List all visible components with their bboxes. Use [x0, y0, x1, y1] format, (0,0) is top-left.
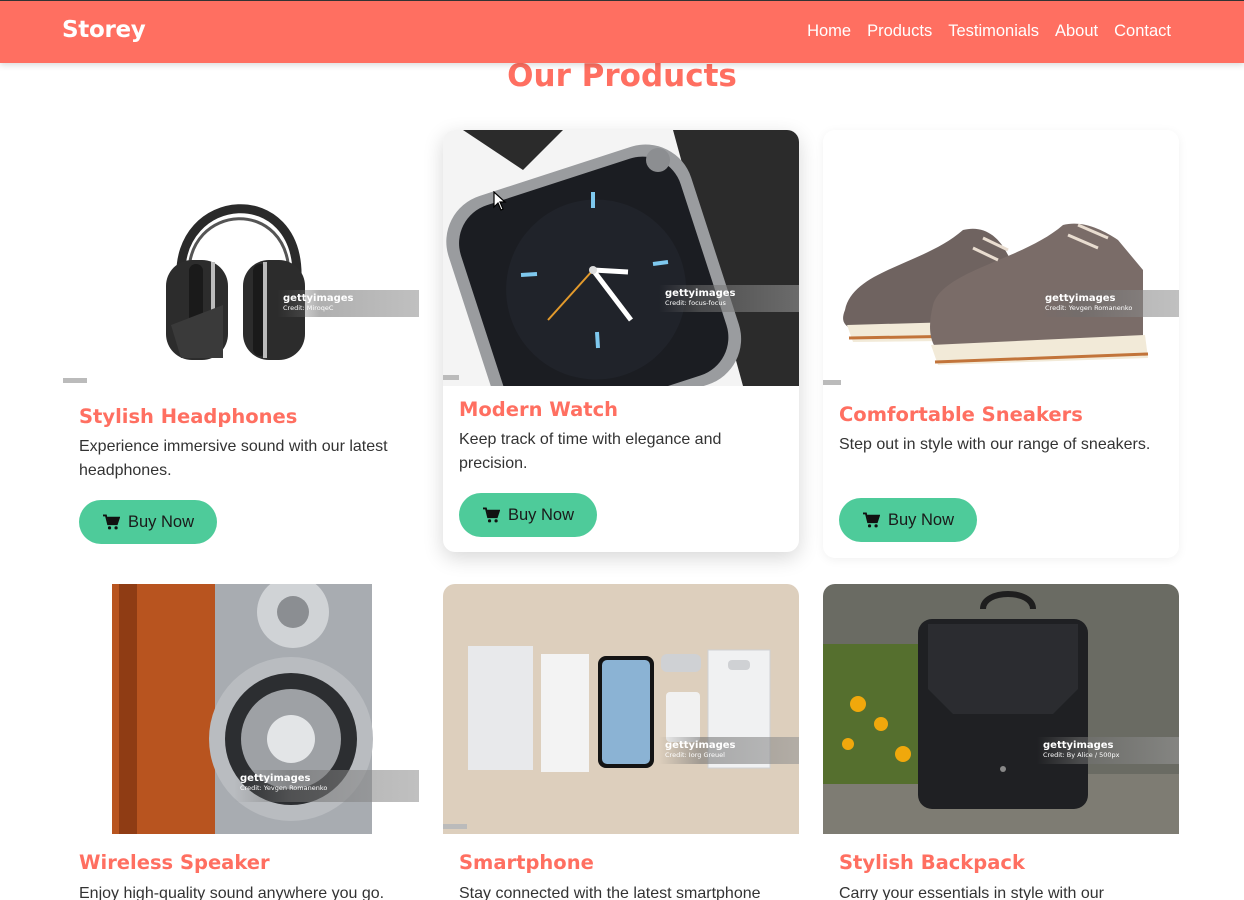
buy-now-label: Buy Now	[127, 512, 195, 531]
product-image-sneakers: gettyimages Credit: Yevgen Romanenko	[823, 130, 1179, 387]
image-tag	[823, 380, 841, 385]
product-description: Stay connected with the latest smartphon…	[459, 885, 761, 900]
image-tag	[63, 378, 87, 383]
buy-now-label: Buy Now	[507, 505, 575, 524]
product-image-backpack: gettyimages Credit: By Alice / 500px	[823, 584, 1179, 834]
getty-watermark: gettyimages Credit: Yevgen Romanenko	[234, 770, 419, 802]
product-card-headphones: gettyimages Credit: MiroqeC Stylish Head…	[63, 130, 419, 558]
backpack-icon	[823, 584, 1179, 834]
product-title: Stylish Backpack	[839, 851, 1025, 874]
product-card-backpack: gettyimages Credit: By Alice / 500px Sty…	[823, 584, 1179, 900]
page-title: Our Products	[507, 58, 737, 94]
image-tag	[443, 375, 459, 380]
getty-watermark: gettyimages Credit: MiroqeC	[277, 290, 419, 317]
cart-icon	[482, 507, 500, 523]
nav-link-contact[interactable]: Contact	[1114, 22, 1171, 41]
watch-icon	[443, 130, 799, 386]
nav-link-testimonials[interactable]: Testimonials	[948, 22, 1039, 41]
product-description: Carry your essentials in style with our …	[839, 885, 1104, 900]
cart-icon	[102, 514, 120, 530]
buy-now-label: Buy Now	[887, 510, 955, 529]
product-card-speaker: gettyimages Credit: Yevgen Romanenko Wir…	[63, 584, 419, 900]
product-description: Step out in style with our range of snea…	[839, 436, 1151, 453]
getty-watermark: gettyimages Credit: focus-focus	[659, 285, 799, 312]
product-card-sneakers: gettyimages Credit: Yevgen Romanenko Com…	[823, 130, 1179, 558]
nav-link-about[interactable]: About	[1055, 22, 1098, 41]
product-title: Wireless Speaker	[79, 851, 270, 874]
buy-now-button[interactable]: Buy Now	[79, 500, 217, 544]
sneakers-icon	[823, 130, 1179, 387]
product-title: Smartphone	[459, 851, 594, 874]
product-image-headphones: gettyimages Credit: MiroqeC	[63, 130, 419, 385]
product-description: Enjoy high-quality sound anywhere you go…	[79, 885, 385, 900]
product-card-smartphone: gettyimages Credit: Iorg Greuel Smartpho…	[443, 584, 799, 900]
getty-watermark: gettyimages Credit: By Alice / 500px	[1037, 737, 1179, 764]
smartphone-icon	[443, 584, 799, 834]
buy-now-button[interactable]: Buy Now	[839, 498, 977, 542]
top-navbar: Storey Home Products Testimonials About …	[0, 0, 1244, 63]
image-tag	[443, 824, 467, 829]
product-title: Comfortable Sneakers	[839, 403, 1083, 426]
getty-watermark: gettyimages Credit: Yevgen Romanenko	[1039, 290, 1179, 317]
product-description: Keep track of time with elegance and pre…	[459, 431, 722, 472]
headphones-icon	[63, 130, 419, 385]
product-title: Modern Watch	[459, 398, 619, 421]
product-image-smartphone: gettyimages Credit: Iorg Greuel	[443, 584, 799, 834]
mouse-cursor-icon	[493, 191, 507, 211]
getty-watermark: gettyimages Credit: Iorg Greuel	[659, 737, 799, 764]
nav-link-products[interactable]: Products	[867, 22, 932, 41]
nav-links: Home Products Testimonials About Contact	[791, 22, 1171, 41]
nav-link-home[interactable]: Home	[807, 22, 851, 41]
cart-icon	[862, 512, 880, 528]
product-description: Experience immersive sound with our late…	[79, 438, 388, 479]
product-title: Stylish Headphones	[79, 405, 298, 428]
product-image-watch: gettyimages Credit: focus-focus	[443, 130, 799, 386]
buy-now-button[interactable]: Buy Now	[459, 493, 597, 537]
brand-logo[interactable]: Storey	[62, 17, 146, 43]
product-image-speaker: gettyimages Credit: Yevgen Romanenko	[63, 584, 419, 834]
